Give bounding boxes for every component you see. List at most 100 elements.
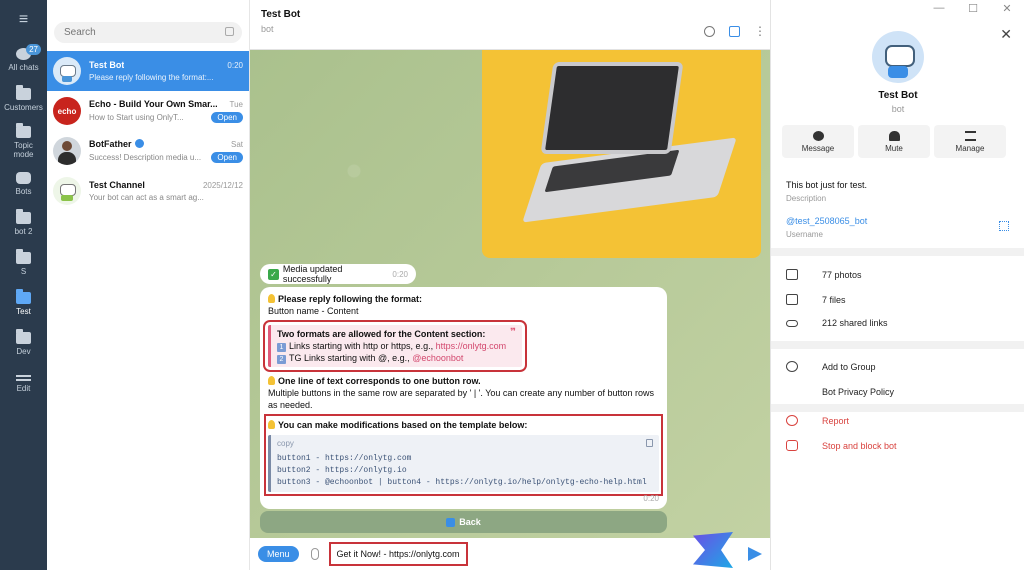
avatar: echo	[53, 97, 81, 125]
folder-edit[interactable]: Edit	[0, 364, 47, 404]
mute-button[interactable]: Mute	[858, 125, 930, 158]
folder-bots[interactable]: Bots	[0, 164, 47, 204]
bulb-icon	[268, 420, 275, 429]
chat-time: Tue	[229, 99, 244, 109]
send-icon[interactable]	[748, 547, 762, 561]
message-format-instructions: Please reply following the format: Butto…	[260, 287, 667, 509]
folder-topic-mode[interactable]: Topic mode	[0, 120, 47, 164]
quote-icon: ❞	[510, 327, 516, 338]
number-one-icon: 1	[277, 343, 286, 352]
paperclip-icon[interactable]	[310, 548, 319, 560]
chat-header[interactable]: Test Bot bot ⋮	[250, 0, 770, 50]
sidebar-toggle-icon[interactable]	[729, 26, 740, 37]
chat-snippet: Success! Description media u...	[89, 153, 202, 162]
message-button[interactable]: Message	[782, 125, 854, 158]
avatar	[53, 177, 81, 205]
more-icon[interactable]: ⋮	[754, 25, 766, 37]
sliders-icon	[964, 130, 976, 141]
message-icon	[812, 130, 824, 141]
close-icon[interactable]: ✕	[1000, 26, 1012, 43]
privacy-policy-row[interactable]: Bot Privacy Policy	[786, 386, 894, 397]
bot-username[interactable]: @test_2508065_bot	[786, 216, 867, 226]
add-user-icon	[786, 361, 798, 372]
folder-all-chats[interactable]: 27 All chats	[0, 40, 47, 80]
template-title: You can make modifications based on the …	[278, 420, 528, 430]
folder-bot-2[interactable]: bot 2	[0, 204, 47, 244]
hand-stop-icon	[786, 440, 798, 451]
stop-block-row[interactable]: Stop and block bot	[786, 440, 897, 451]
add-to-group-row[interactable]: Add to Group	[786, 361, 876, 372]
chat-name: Test Bot	[89, 60, 125, 70]
info-panel: ✕ Test Bot bot Message Mute Manage This …	[770, 0, 1024, 570]
photo-icon	[786, 269, 798, 280]
bell-icon	[888, 130, 900, 141]
message-text: Media updated successfully	[282, 264, 343, 284]
username-label: Username	[786, 230, 823, 239]
folder-customers[interactable]: Customers	[0, 80, 47, 120]
message-time: 0:20	[643, 494, 659, 503]
shared-photos-row[interactable]: 77 photos	[786, 269, 862, 280]
check-icon: ✓	[268, 268, 279, 280]
profile-avatar[interactable]	[872, 31, 924, 83]
search-box[interactable]	[54, 22, 242, 43]
report-row[interactable]: Report	[786, 415, 849, 426]
qr-code-icon[interactable]	[999, 221, 1009, 231]
description-label: Description	[786, 194, 827, 203]
minimize-button[interactable]: —	[922, 0, 956, 16]
folder-test[interactable]: Test	[0, 284, 47, 324]
open-button[interactable]: Open	[211, 112, 243, 123]
copy-icon[interactable]	[646, 439, 653, 447]
folder-icon	[16, 249, 31, 264]
format-title: Please reply following the format:	[278, 294, 423, 304]
chat-item-test-channel[interactable]: Test Channel 2025/12/12 Your bot can act…	[47, 171, 249, 211]
link-onlytg[interactable]: https://onlytg.com	[436, 341, 507, 351]
chat-item-echo[interactable]: echo Echo - Build Your Own Smar... Tue H…	[47, 91, 249, 131]
chat-title: Test Bot	[261, 9, 301, 20]
format-line: Button name - Content	[268, 306, 359, 316]
unread-badge: 27	[26, 44, 41, 55]
menu-button[interactable]: Menu	[258, 546, 299, 562]
folder-icon	[16, 122, 31, 138]
manage-button[interactable]: Manage	[934, 125, 1006, 158]
row-description: Multiple buttons in the same row are sep…	[268, 388, 654, 410]
folder-icon	[16, 329, 31, 344]
back-inline-button[interactable]: Back	[260, 511, 667, 533]
format-quote: ❞ Two formats are allowed for the Conten…	[263, 320, 527, 372]
avatar	[53, 137, 81, 165]
message-time: 0:20	[392, 269, 408, 279]
code-copy-label[interactable]: copy	[277, 438, 653, 450]
code-line: button1 - https://onlytg.com	[277, 454, 412, 463]
back-icon	[446, 517, 456, 527]
shared-links-row[interactable]: 212 shared links	[786, 318, 888, 328]
bot-description: This bot just for test.	[786, 180, 868, 190]
quote-title: Two formats are allowed for the Content …	[277, 329, 486, 339]
lock-icon[interactable]	[225, 27, 234, 36]
folder-icon	[16, 209, 31, 224]
section-divider	[771, 341, 1024, 349]
chat-item-test-bot[interactable]: Test Bot 0:20 Please reply following the…	[47, 51, 249, 91]
chat-name: BotFather	[89, 139, 144, 149]
folder-s[interactable]: S	[0, 244, 47, 284]
maximize-button[interactable]: ☐	[956, 0, 990, 16]
shared-files-row[interactable]: 7 files	[786, 294, 846, 305]
chat-time: Sat	[230, 139, 243, 149]
link-echoonbot[interactable]: @echoonbot	[412, 353, 463, 363]
chat-snippet: Your bot can act as a smart ag...	[89, 193, 204, 202]
folder-dev[interactable]: Dev	[0, 324, 47, 364]
window-close-button[interactable]: ✕	[990, 0, 1024, 16]
code-block[interactable]: copy button1 - https://onlytg.com button…	[268, 435, 659, 492]
message-media-updated: ✓ Media updated successfully 0:20	[260, 264, 416, 284]
open-button[interactable]: Open	[211, 152, 243, 163]
number-two-icon: 2	[277, 355, 286, 364]
menu-icon[interactable]: ≡	[0, 0, 47, 40]
chat-time: 2025/12/12	[202, 180, 243, 190]
verified-icon	[134, 139, 144, 148]
search-input[interactable]	[64, 27, 214, 38]
window-controls: — ☐ ✕	[922, 0, 1024, 16]
avatar	[53, 57, 81, 85]
profile-subtitle: bot	[891, 104, 905, 114]
message-input[interactable]: Get it Now! - https://onlytg.com	[328, 542, 468, 566]
media-photo[interactable]	[482, 50, 761, 258]
chat-item-botfather[interactable]: BotFather Sat Success! Description media…	[47, 131, 249, 171]
search-icon[interactable]	[704, 26, 715, 37]
